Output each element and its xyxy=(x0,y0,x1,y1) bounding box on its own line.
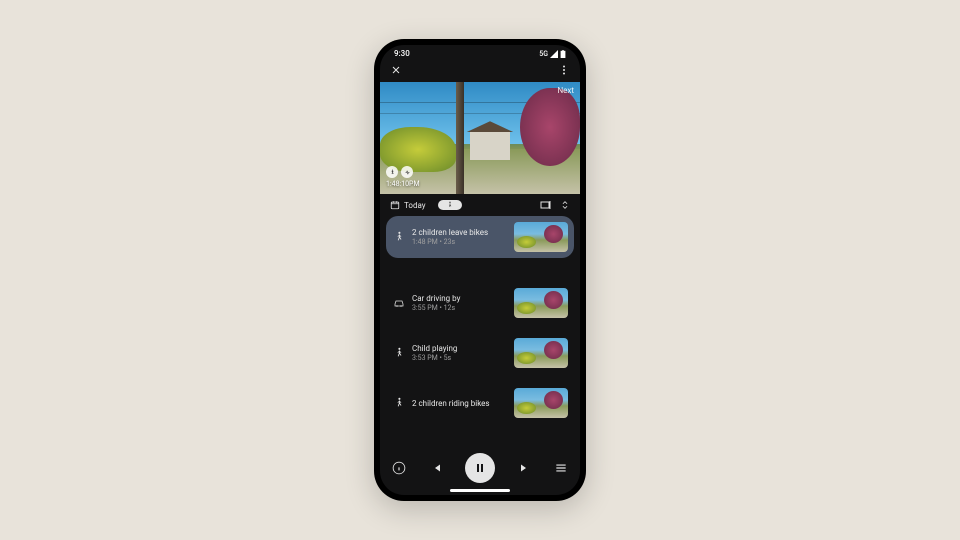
person-walk-icon xyxy=(389,169,396,176)
battery-icon xyxy=(560,50,566,58)
top-bar xyxy=(380,60,580,82)
network-label: 5G xyxy=(539,50,548,58)
person-badge xyxy=(386,166,398,178)
date-label: Today xyxy=(404,201,426,210)
phone-frame: 9:30 5G Next xyxy=(374,39,586,501)
more-button[interactable] xyxy=(558,64,570,76)
person-walk-icon xyxy=(394,397,404,409)
phone-screen: 9:30 5G Next xyxy=(380,45,580,495)
event-title: 2 children riding bikes xyxy=(412,399,508,408)
event-meta: 3:55 PM • 12s xyxy=(412,304,508,312)
person-walk-icon xyxy=(394,231,404,243)
skip-prev-icon xyxy=(430,462,442,474)
more-vert-icon xyxy=(558,64,570,76)
status-time: 9:30 xyxy=(394,49,410,58)
calendar-icon xyxy=(390,200,400,210)
event-icon xyxy=(392,397,406,409)
info-icon xyxy=(392,461,406,475)
player-bar xyxy=(380,449,580,491)
car-icon xyxy=(393,298,405,308)
event-icon xyxy=(392,347,406,359)
motion-badge xyxy=(401,166,413,178)
filter-bar: Today xyxy=(380,194,580,216)
event-meta: 3:53 PM • 5s xyxy=(412,354,508,362)
person-filter-icon xyxy=(446,201,454,209)
rectangle-icon xyxy=(540,200,552,210)
event-title: Car driving by xyxy=(412,294,508,303)
collapse-icon xyxy=(560,200,570,210)
event-icon xyxy=(392,298,406,308)
status-indicators: 5G xyxy=(539,50,566,58)
status-bar: 9:30 5G xyxy=(380,45,580,60)
filter-pill[interactable] xyxy=(438,200,462,210)
signal-icon xyxy=(550,50,558,58)
motion-icon xyxy=(404,169,411,176)
event-icon xyxy=(392,231,406,243)
date-filter[interactable]: Today xyxy=(390,200,426,210)
event-item[interactable]: Child playing 3:53 PM • 5s xyxy=(386,332,574,374)
menu-button[interactable] xyxy=(554,461,568,475)
next-button[interactable] xyxy=(519,462,531,474)
event-title: Child playing xyxy=(412,344,508,353)
event-thumbnail xyxy=(514,222,568,252)
prev-button[interactable] xyxy=(430,462,442,474)
close-icon xyxy=(390,64,402,76)
video-timestamp: 1:48:10PM xyxy=(386,180,420,188)
event-meta: 1:48 PM • 23s xyxy=(412,238,508,246)
menu-icon xyxy=(554,461,568,475)
close-button[interactable] xyxy=(390,64,402,76)
event-title: 2 children leave bikes xyxy=(412,228,508,237)
event-thumbnail xyxy=(514,388,568,418)
skip-next-icon xyxy=(519,462,531,474)
event-item[interactable]: Car driving by 3:55 PM • 12s xyxy=(386,282,574,324)
event-thumbnail xyxy=(514,338,568,368)
events-list: 2 children leave bikes 1:48 PM • 23s Car… xyxy=(380,216,580,424)
pause-button[interactable] xyxy=(465,453,495,483)
event-item-selected[interactable]: 2 children leave bikes 1:48 PM • 23s xyxy=(386,216,574,258)
next-label[interactable]: Next xyxy=(557,86,574,95)
video-preview[interactable]: Next 1:48:10PM xyxy=(380,82,580,194)
person-walk-icon xyxy=(394,347,404,359)
event-thumbnail xyxy=(514,288,568,318)
view-toggle[interactable] xyxy=(540,200,552,210)
home-indicator[interactable] xyxy=(450,489,510,492)
video-badges: 1:48:10PM xyxy=(386,166,420,188)
pause-icon xyxy=(474,462,486,474)
event-item[interactable]: 2 children riding bikes xyxy=(386,382,574,424)
collapse-button[interactable] xyxy=(560,200,570,210)
info-button[interactable] xyxy=(392,461,406,475)
